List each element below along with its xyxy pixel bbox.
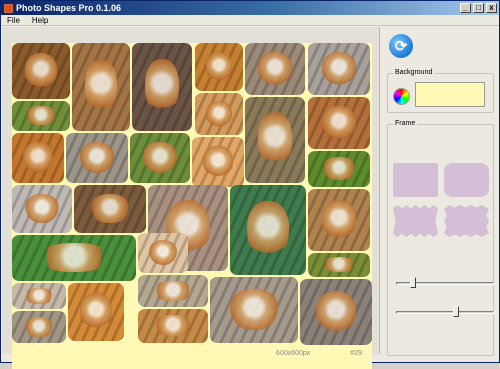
photo-tile[interactable] — [195, 43, 243, 91]
photo-tile[interactable] — [72, 43, 130, 131]
slider-thumb[interactable] — [410, 277, 416, 288]
frame-label: Frame — [393, 120, 418, 127]
canvas-area — [2, 27, 380, 369]
menu-file[interactable]: File — [1, 16, 26, 25]
photo-tile[interactable] — [192, 137, 244, 187]
refresh-icon[interactable]: ⟳ — [389, 34, 413, 58]
photo-tile[interactable] — [12, 43, 70, 99]
photo-tile[interactable] — [245, 97, 305, 183]
tiger-photo — [84, 58, 118, 114]
background-color-swatch[interactable] — [415, 82, 485, 107]
tiger-photo — [79, 142, 115, 173]
tiger-photo — [143, 142, 177, 173]
frame-shape-scalloped[interactable] — [393, 205, 438, 237]
app-window: Photo Shapes Pro 0.1.06 _ □ x File Help … — [0, 0, 500, 369]
tiger-photo — [39, 243, 109, 272]
tiger-photo — [258, 112, 292, 166]
tiger-photo — [205, 51, 233, 82]
minimize-button[interactable]: _ — [460, 3, 471, 13]
photo-tile[interactable] — [308, 97, 370, 149]
menu-help[interactable]: Help — [26, 16, 54, 25]
tiger-photo — [258, 52, 292, 85]
close-button[interactable]: x — [486, 3, 497, 13]
photo-tile[interactable] — [195, 93, 243, 135]
tiger-photo — [145, 58, 179, 114]
tiger-photo — [80, 293, 112, 330]
tiger-photo — [25, 193, 59, 224]
app-icon — [4, 3, 13, 13]
photo-tile[interactable] — [308, 189, 370, 251]
menu-bar: File Help — [1, 15, 499, 26]
photo-tile[interactable] — [308, 151, 370, 187]
tiger-photo — [24, 106, 58, 125]
photo-tile[interactable] — [245, 43, 305, 95]
photo-tile[interactable] — [12, 185, 72, 233]
tiger-photo — [89, 193, 131, 224]
photo-tile[interactable] — [12, 101, 70, 131]
photo-tile[interactable] — [12, 235, 136, 281]
tiger-photo — [321, 157, 357, 180]
slider-thumb[interactable] — [453, 306, 459, 317]
tiger-photo — [203, 146, 233, 177]
photo-tile[interactable] — [130, 133, 190, 183]
photo-tile[interactable] — [230, 185, 306, 275]
tiger-photo — [23, 316, 55, 337]
tiger-photo — [149, 240, 177, 265]
tiger-photo — [315, 290, 357, 332]
photo-tile[interactable] — [308, 253, 370, 277]
background-label: Background — [393, 69, 435, 76]
frame-shape-rounded[interactable] — [444, 163, 489, 197]
slider-track — [396, 311, 494, 314]
tiger-photo — [321, 52, 357, 85]
status-bar: 600x600px #29 — [2, 345, 380, 362]
photo-tile[interactable] — [66, 133, 128, 183]
tiger-photo — [24, 53, 58, 88]
photo-tile[interactable] — [210, 277, 298, 343]
color-wheel-icon[interactable] — [393, 88, 410, 105]
tiger-photo — [23, 142, 53, 173]
photo-tile[interactable] — [308, 43, 370, 95]
photo-tile[interactable] — [138, 233, 188, 273]
background-group: Background — [387, 69, 494, 113]
frame-size-slider[interactable] — [396, 277, 494, 289]
photo-collage[interactable] — [12, 43, 372, 369]
settings-panel: ⟳ Background Frame — [383, 27, 498, 362]
tiger-photo — [229, 288, 279, 330]
status-size: 600x600px — [276, 350, 311, 357]
tiger-photo — [205, 100, 233, 127]
tiger-photo — [321, 257, 357, 273]
photo-tile[interactable] — [68, 283, 124, 341]
maximize-button[interactable]: □ — [473, 3, 484, 13]
photo-tile[interactable] — [300, 279, 372, 345]
photo-tile[interactable] — [74, 185, 146, 233]
tiger-photo — [321, 106, 357, 139]
frame-group: Frame — [387, 120, 494, 356]
tiger-photo — [153, 315, 193, 337]
window-title: Photo Shapes Pro 0.1.06 — [16, 3, 122, 13]
photo-tile[interactable] — [132, 43, 192, 131]
frame-spacing-slider[interactable] — [396, 306, 494, 318]
title-bar[interactable]: Photo Shapes Pro 0.1.06 _ □ x — [1, 1, 499, 15]
tiger-photo — [321, 200, 357, 239]
status-count: #29 — [350, 350, 362, 357]
tiger-photo — [246, 201, 290, 257]
frame-shape-stamp[interactable] — [444, 205, 489, 237]
frame-shape-rectangle[interactable] — [393, 163, 438, 197]
photo-tile[interactable] — [12, 283, 66, 309]
tiger-photo — [23, 287, 55, 304]
photo-tile[interactable] — [138, 309, 208, 343]
photo-tile[interactable] — [138, 275, 208, 307]
photo-tile[interactable] — [12, 133, 64, 183]
photo-tile[interactable] — [12, 311, 66, 343]
tiger-photo — [153, 280, 193, 301]
